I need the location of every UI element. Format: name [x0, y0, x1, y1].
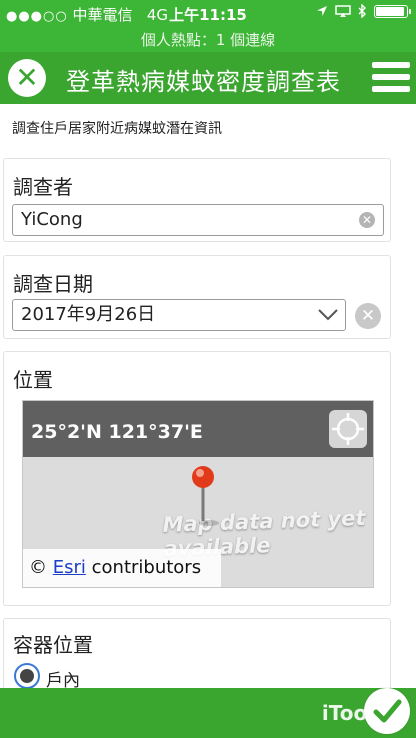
submit-button[interactable]	[364, 688, 410, 734]
hotspot-banner[interactable]: 個人熱點：1 個連線	[0, 29, 416, 50]
map-coordinate-bar: 25°2'N 121°37'E	[23, 401, 373, 457]
survey-date-label: 調查日期	[13, 272, 93, 296]
app-header: ✕ 登革熱病媒蚊密度調查表	[0, 52, 416, 104]
esri-link[interactable]: Esri	[53, 557, 86, 578]
radio-indoor[interactable]	[14, 663, 40, 689]
container-location-label: 容器位置	[13, 633, 93, 657]
surveyor-value: YiCong	[21, 209, 83, 230]
screen-mirroring-icon	[335, 5, 351, 17]
close-button[interactable]: ✕	[8, 59, 46, 97]
chevron-down-icon	[318, 309, 338, 321]
map-coordinates: 25°2'N 121°37'E	[31, 421, 203, 443]
location-card: 位置 25°2'N 121°37'E Map data not yet avai…	[3, 351, 391, 606]
container-location-card: 容器位置 戶內	[3, 618, 391, 698]
survey-date-picker[interactable]: 2017年9月26日	[12, 299, 346, 331]
location-map[interactable]: 25°2'N 121°37'E Map data not yet availab…	[22, 400, 374, 588]
surveyor-input[interactable]: YiCong	[12, 204, 384, 236]
locate-me-button[interactable]	[329, 410, 367, 448]
clear-surveyor-icon[interactable]: ✕	[359, 212, 375, 228]
map-pin-icon	[192, 466, 219, 526]
menu-button[interactable]	[372, 62, 410, 94]
bottom-bar: iTools	[0, 688, 416, 738]
form-description: 調查住戶居家附近病媒蚊潛在資訊	[12, 121, 222, 137]
bluetooth-icon	[358, 4, 366, 18]
location-label: 位置	[13, 368, 53, 392]
checkmark-icon	[373, 699, 402, 723]
page-title: 登革熱病媒蚊密度調查表	[66, 68, 341, 96]
hamburger-icon	[372, 62, 410, 68]
battery-icon	[374, 4, 411, 18]
close-icon: ✕	[15, 61, 39, 94]
survey-date-value: 2017年9月26日	[21, 304, 156, 325]
surveyor-card: 調查者 YiCong ✕	[3, 158, 391, 242]
location-arrow-icon	[317, 6, 327, 16]
map-attribution: © Esri contributors	[23, 549, 221, 587]
status-bar: ●●●○○ 中華電信 4G 上午11:15 個人熱點：1 個連線	[0, 0, 416, 52]
surveyor-label: 調查者	[13, 175, 73, 199]
crosshair-icon	[332, 413, 364, 445]
survey-date-card: 調查日期 2017年9月26日 ✕	[3, 255, 391, 339]
clear-date-icon[interactable]: ✕	[355, 303, 381, 329]
